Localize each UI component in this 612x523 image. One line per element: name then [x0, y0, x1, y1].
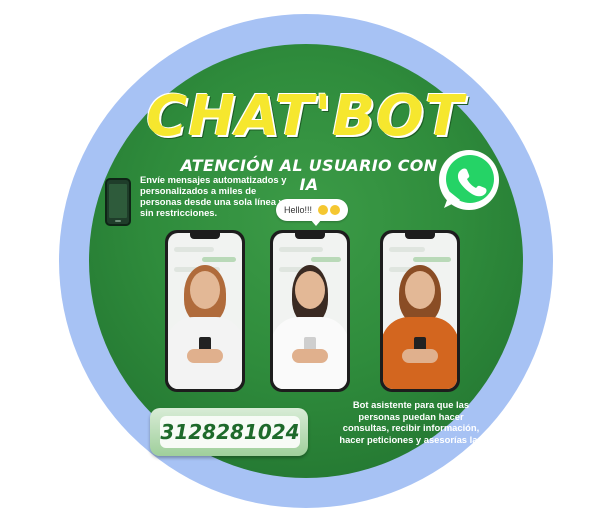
person-photo: [273, 259, 347, 389]
outro-text: Bot asistente para que las personas pued…: [339, 399, 483, 445]
phone-screen: [273, 233, 347, 389]
phone-number-field: 3128281024: [160, 416, 300, 448]
title: CHAT'BOT: [146, 84, 464, 149]
whatsapp-icon: [439, 150, 499, 210]
phone-screen: [168, 233, 242, 389]
phone-mockup-1: [165, 230, 245, 392]
chat-bubble-tail: [310, 219, 322, 226]
phone-screen: [383, 233, 457, 389]
smartphone-icon: [105, 178, 131, 226]
chat-bubble: Hello!!!: [276, 199, 348, 221]
phone-mockup-2: [270, 230, 350, 392]
chat-bubble-text: Hello!!!: [284, 205, 313, 215]
person-photo: [383, 259, 457, 389]
person-photo: [168, 259, 242, 389]
intro-text: Envíe mensajes automatizados y personali…: [140, 174, 287, 218]
emoji-icons: [318, 205, 341, 215]
phone-mockup-3: [380, 230, 460, 392]
phone-number: 3128281024: [160, 420, 300, 444]
